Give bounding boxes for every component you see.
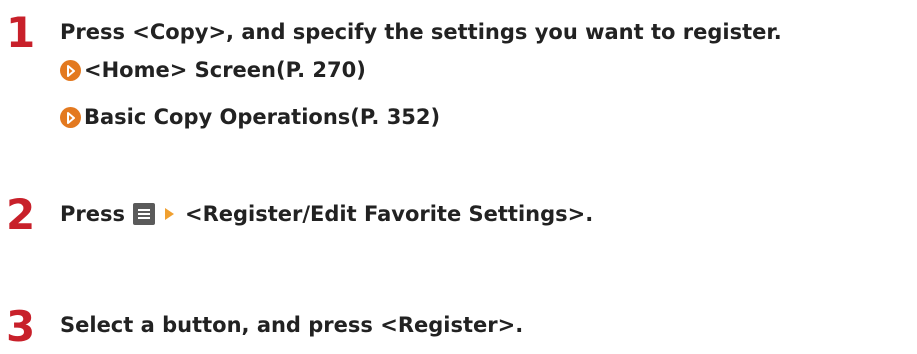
link-home-screen[interactable]: <Home> Screen(P. 270) [60, 60, 366, 81]
step-text-before: Press [60, 201, 125, 226]
circle-arrow-icon [60, 107, 81, 128]
link-basic-copy-operations[interactable]: Basic Copy Operations(P. 352) [60, 107, 440, 128]
step-instruction: Press <Copy>, and specify the settings y… [60, 20, 782, 44]
circle-arrow-icon [60, 60, 81, 81]
step-text-after: <Register/Edit Favorite Settings>. [185, 201, 594, 226]
step-instruction: Press <Register/Edit Favorite Settings>. [60, 203, 593, 225]
step-instruction: Select a button, and press <Register>. [60, 313, 524, 337]
link-label[interactable]: Basic Copy Operations(P. 352) [84, 107, 440, 128]
triangle-right-icon [165, 208, 174, 220]
step-number: 3 [6, 302, 36, 351]
menu-icon [133, 203, 155, 225]
step-number: 1 [6, 8, 36, 57]
link-label[interactable]: <Home> Screen(P. 270) [84, 60, 366, 81]
step-number: 2 [6, 190, 36, 239]
